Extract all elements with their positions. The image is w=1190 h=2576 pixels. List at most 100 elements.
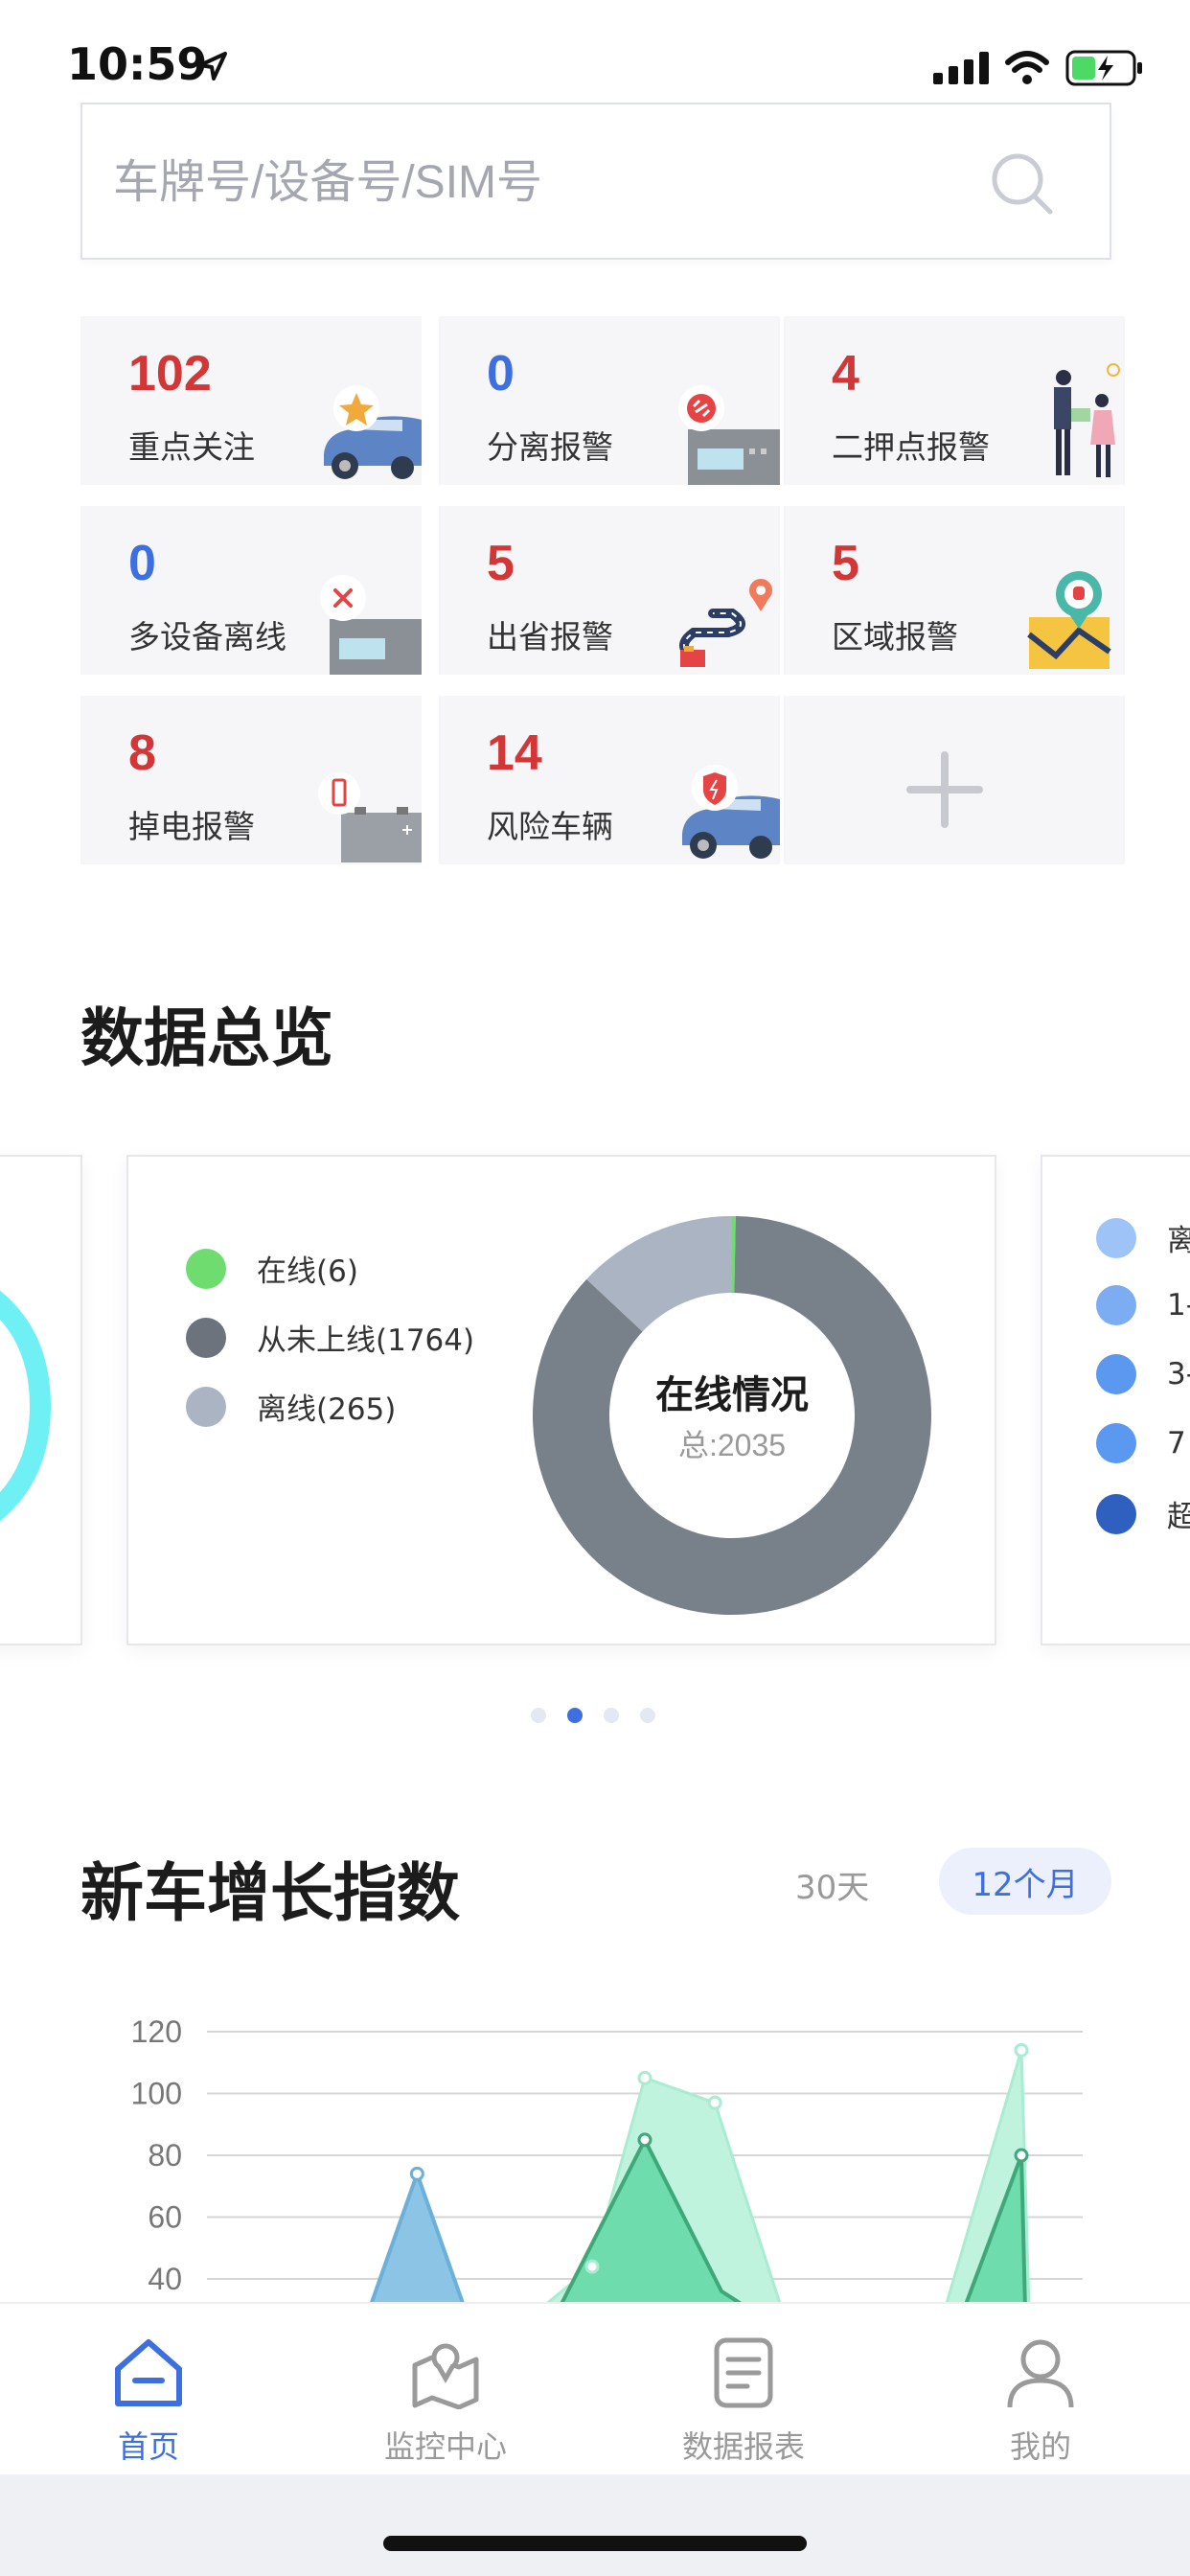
signal-icon — [933, 52, 989, 84]
alert-card-multi-device-offline[interactable]: 0 多设备离线 — [80, 506, 422, 675]
y-tick-label: 80 — [148, 2138, 182, 2173]
alert-count: 5 — [832, 536, 859, 591]
home-indicator[interactable] — [383, 2536, 807, 2551]
legend-item-partial: 1- — [1096, 1285, 1190, 1325]
add-alert-card[interactable] — [784, 696, 1125, 864]
data-point — [707, 2095, 722, 2110]
legend-dot-never-online — [186, 1317, 226, 1358]
legend-online: 在线(6) — [186, 1247, 358, 1290]
data-point — [1014, 2148, 1029, 2163]
legend-label: 超 — [1167, 1492, 1190, 1535]
alert-count: 8 — [128, 725, 156, 781]
growth-title: 新车增长指数 — [80, 1856, 460, 1930]
wifi-icon — [1005, 51, 1049, 84]
area-series-blue — [370, 2168, 465, 2302]
data-point — [637, 2070, 652, 2085]
alert-card-region[interactable]: 5 区域报警 — [784, 506, 1125, 675]
alert-count: 4 — [832, 346, 859, 402]
overview-title: 数据总览 — [80, 1001, 333, 1075]
alert-label: 分离报警 — [487, 428, 613, 466]
legend-dot-offline — [186, 1386, 226, 1427]
legend-label: 1- — [1167, 1288, 1190, 1322]
device-separation-icon — [678, 385, 780, 485]
donut-title: 在线情况 — [655, 1374, 809, 1416]
legend-item-partial: 离 — [1096, 1216, 1190, 1259]
home-indicator-area — [0, 2474, 1190, 2576]
y-tick-label: 100 — [131, 2077, 182, 2111]
overview-pager — [531, 1708, 655, 1723]
alert-card-risk-vehicle[interactable]: 14 风险车辆 — [439, 696, 780, 864]
legend-label: 离线(265) — [257, 1392, 397, 1427]
alert-label: 多设备离线 — [128, 618, 286, 656]
nav-monitor[interactable]: 监控中心 — [350, 2304, 541, 2476]
legend-item-partial: 3- — [1096, 1354, 1190, 1394]
tab-12-months[interactable]: 12个月 — [939, 1848, 1111, 1915]
legend-never-online: 从未上线(1764) — [186, 1316, 474, 1359]
legend-dot — [1096, 1285, 1136, 1325]
legend-label: 离 — [1167, 1216, 1190, 1259]
y-tick-label: 60 — [148, 2200, 182, 2235]
status-icons — [933, 50, 1144, 86]
car-shield-icon — [682, 765, 780, 859]
nav-label[interactable]: 首页 — [53, 2423, 244, 2467]
car-star-icon — [324, 385, 422, 479]
data-point — [637, 2132, 652, 2148]
legend-dot — [1096, 1423, 1136, 1463]
alert-label: 出省报警 — [487, 618, 613, 656]
growth-chart: 120 100 80 60 40 — [131, 2014, 1083, 2302]
plus-icon[interactable] — [906, 751, 983, 828]
nav-home[interactable]: 首页 — [53, 2304, 244, 2476]
legend-dot — [1096, 1217, 1136, 1258]
y-tick-label: 120 — [131, 2014, 182, 2049]
search-bar[interactable] — [80, 103, 1111, 260]
overview-card-online[interactable]: 在线(6) 从未上线(1764) 离线(265) 在线情况 总:2035 — [126, 1155, 996, 1645]
search-input[interactable] — [111, 104, 977, 260]
alert-card-out-of-province[interactable]: 5 出省报警 — [439, 506, 780, 675]
overview-card-next[interactable]: 离 1- 3- 7 超 — [1041, 1155, 1190, 1645]
nav-label[interactable]: 监控中心 — [350, 2423, 541, 2467]
partial-donut — [0, 1290, 52, 1522]
legend-label: 在线(6) — [257, 1254, 358, 1289]
alert-card-power-loss[interactable]: 8 掉电报警 — [80, 696, 422, 864]
pager-dot[interactable] — [604, 1708, 619, 1723]
data-point — [409, 2166, 424, 2181]
pager-dot-active[interactable] — [567, 1708, 583, 1723]
tab-30-days[interactable]: 30天 — [795, 1861, 869, 1908]
legend-label: 从未上线(1764) — [257, 1323, 475, 1358]
alert-count: 0 — [128, 536, 156, 591]
pager-dot[interactable] — [531, 1708, 546, 1723]
legend-item-partial: 超 — [1096, 1492, 1190, 1535]
alert-label: 二押点报警 — [832, 428, 990, 466]
alert-card-separation[interactable]: 0 分离报警 — [439, 316, 780, 485]
y-tick-label: 40 — [148, 2262, 182, 2296]
report-icon[interactable] — [707, 2336, 780, 2409]
map-pin-icon[interactable] — [409, 2336, 482, 2409]
search-icon[interactable] — [989, 150, 1056, 218]
overview-card-prev[interactable] — [0, 1155, 82, 1645]
alert-label: 风险车辆 — [487, 808, 613, 845]
nav-mine[interactable]: 我的 — [945, 2304, 1136, 2476]
legend-item-partial: 7 — [1096, 1423, 1186, 1463]
data-point — [584, 2259, 600, 2274]
alert-label: 掉电报警 — [128, 808, 255, 845]
alert-card-key-focus[interactable]: 102 重点关注 — [80, 316, 422, 485]
nav-label[interactable]: 我的 — [945, 2423, 1136, 2467]
donut-total: 总:2035 — [678, 1428, 786, 1462]
legend-dot — [1096, 1493, 1136, 1534]
bottom-nav: 首页 监控中心 数据报表 我的 — [0, 2302, 1190, 2476]
home-icon[interactable] — [112, 2336, 185, 2409]
route-pin-icon — [679, 579, 772, 667]
pager-dot[interactable] — [640, 1708, 655, 1723]
user-icon[interactable] — [1004, 2336, 1077, 2409]
alert-label: 区域报警 — [832, 618, 958, 656]
location-arrow-icon — [198, 52, 227, 80]
alert-card-second-pledge[interactable]: 4 二押点报警 — [784, 316, 1125, 485]
legend-offline: 离线(265) — [186, 1385, 396, 1428]
nav-reports[interactable]: 数据报表 — [648, 2304, 839, 2476]
alert-count: 5 — [487, 536, 515, 591]
data-point — [1014, 2042, 1029, 2058]
nav-label[interactable]: 数据报表 — [648, 2423, 839, 2467]
alert-count: 14 — [487, 725, 542, 781]
legend-dot — [1096, 1354, 1136, 1394]
people-handover-icon — [1054, 363, 1120, 477]
